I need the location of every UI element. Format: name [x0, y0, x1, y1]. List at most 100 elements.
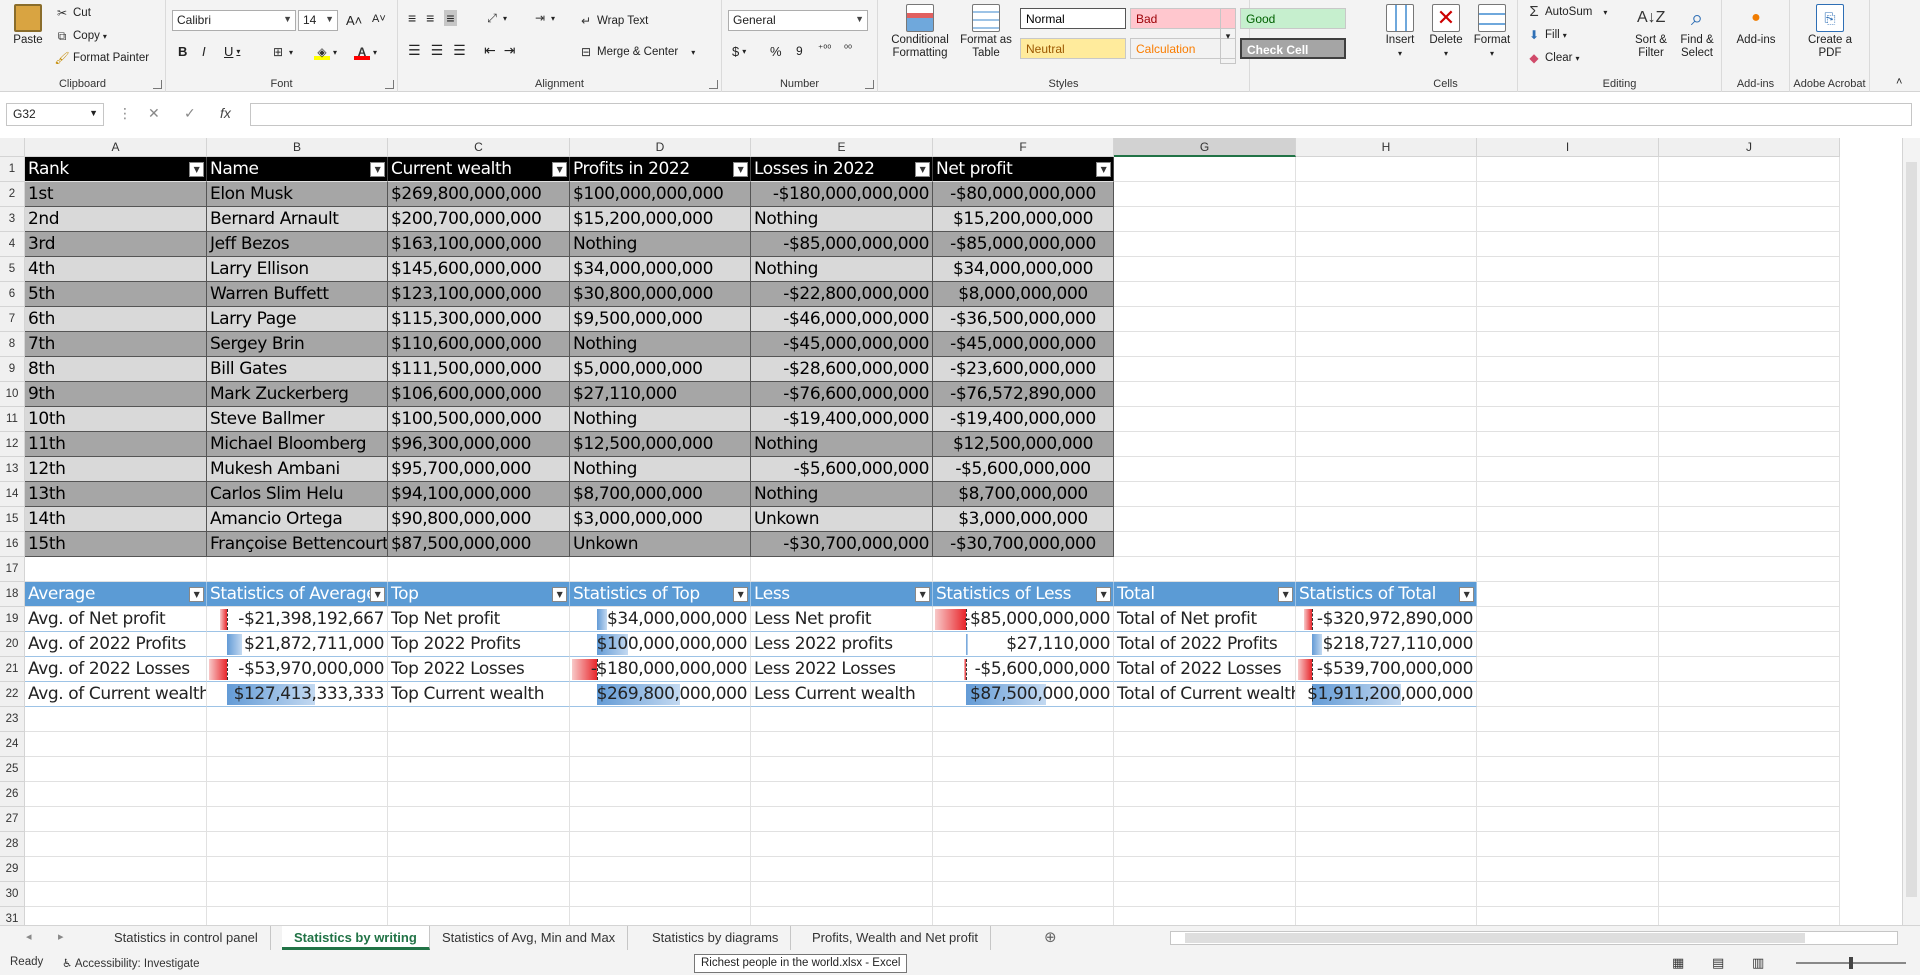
- statistic-value-cell[interactable]: $1,911,200,000,000: [1296, 682, 1477, 707]
- table1-cell[interactable]: $8,700,000,000: [933, 482, 1114, 507]
- grid-cell[interactable]: [751, 832, 933, 857]
- align-top-icon[interactable]: ≡: [408, 10, 416, 26]
- filter-dropdown-icon[interactable]: ▼: [370, 587, 385, 602]
- grid-cell[interactable]: [207, 757, 388, 782]
- table1-header[interactable]: Name ▼: [207, 157, 388, 182]
- grid-cell[interactable]: [1296, 732, 1477, 757]
- grid-cell[interactable]: [388, 857, 570, 882]
- grid-cell[interactable]: [1659, 307, 1840, 332]
- table1-cell[interactable]: Steve Ballmer: [207, 407, 388, 432]
- add-sheet-icon[interactable]: ⊕: [1044, 928, 1057, 946]
- merge-center-button[interactable]: ⊟ Merge & Center ▾: [578, 44, 695, 60]
- align-bottom-icon[interactable]: ≡: [444, 10, 457, 26]
- filter-dropdown-icon[interactable]: ▼: [370, 162, 385, 177]
- table1-cell[interactable]: Carlos Slim Helu: [207, 482, 388, 507]
- table1-cell[interactable]: Nothing: [570, 407, 751, 432]
- row-header-1[interactable]: 1: [0, 157, 25, 182]
- dialog-launcher-icon[interactable]: [865, 80, 874, 89]
- table1-cell[interactable]: $30,800,000,000: [570, 282, 751, 307]
- grid-cell[interactable]: [1296, 357, 1477, 382]
- grid-cell[interactable]: [207, 882, 388, 907]
- bold-button[interactable]: B: [178, 44, 187, 59]
- row-header-23[interactable]: 23: [0, 707, 25, 732]
- table1-cell[interactable]: Nothing: [570, 457, 751, 482]
- grid-cell[interactable]: [751, 782, 933, 807]
- grid-cell[interactable]: [570, 832, 751, 857]
- grid-cell[interactable]: [1296, 757, 1477, 782]
- grid-cell[interactable]: [1114, 532, 1296, 557]
- grid-cell[interactable]: [1659, 782, 1840, 807]
- filter-dropdown-icon[interactable]: ▼: [733, 162, 748, 177]
- insert-button[interactable]: Insert ▾: [1380, 4, 1420, 60]
- table1-cell[interactable]: 1st: [25, 182, 207, 207]
- grid-cell[interactable]: [1659, 907, 1840, 925]
- grid-cell[interactable]: [1659, 682, 1840, 707]
- grid-cell[interactable]: [1659, 557, 1840, 582]
- grid-cell[interactable]: [1114, 557, 1296, 582]
- grid-cell[interactable]: [1477, 332, 1659, 357]
- grid-cell[interactable]: [1296, 232, 1477, 257]
- statistic-value-cell[interactable]: -$539,700,000,000: [1296, 657, 1477, 682]
- format-as-table-button[interactable]: Format as Table: [958, 4, 1014, 60]
- table2-header[interactable]: Statistics of Top ▼: [570, 582, 751, 607]
- grid-cell[interactable]: [388, 707, 570, 732]
- grid-cell[interactable]: [1296, 507, 1477, 532]
- grid-cell[interactable]: [388, 882, 570, 907]
- table1-cell[interactable]: 14th: [25, 507, 207, 532]
- sheet-tab[interactable]: Statistics by diagrams: [640, 926, 792, 950]
- table2-header[interactable]: Less ▼: [751, 582, 933, 607]
- row-header-10[interactable]: 10: [0, 382, 25, 407]
- grid-cell[interactable]: [570, 782, 751, 807]
- table1-cell[interactable]: $87,500,000,000: [388, 532, 570, 557]
- grid-cell[interactable]: [1477, 607, 1659, 632]
- table1-cell[interactable]: $3,000,000,000: [570, 507, 751, 532]
- statistic-label-cell[interactable]: Avg. of 2022 Losses: [25, 657, 207, 682]
- grid-cell[interactable]: [570, 757, 751, 782]
- statistic-label-cell[interactable]: Total of Net profit: [1114, 607, 1296, 632]
- grid-cell[interactable]: [1114, 157, 1296, 182]
- table1-cell[interactable]: Nothing: [570, 232, 751, 257]
- grid-cell[interactable]: [1477, 207, 1659, 232]
- horizontal-align-buttons[interactable]: ☰ ☰ ☰: [408, 42, 466, 59]
- next-sheet-icon[interactable]: ▸: [58, 930, 64, 943]
- statistic-value-cell[interactable]: -$5,600,000,000: [933, 657, 1114, 682]
- statistic-value-cell[interactable]: -$21,398,192,667: [207, 607, 388, 632]
- grid-cell[interactable]: [1477, 757, 1659, 782]
- table1-cell[interactable]: $200,700,000,000: [388, 207, 570, 232]
- vertical-align-buttons[interactable]: ≡ ≡ ≡: [408, 10, 457, 26]
- conditional-formatting-button[interactable]: Conditional Formatting: [886, 4, 954, 60]
- table1-cell[interactable]: Nothing: [751, 207, 933, 232]
- grid-cell[interactable]: [388, 832, 570, 857]
- vertical-scrollbar[interactable]: [1902, 138, 1920, 925]
- table1-cell[interactable]: $12,500,000,000: [933, 432, 1114, 457]
- row-header-6[interactable]: 6: [0, 282, 25, 307]
- grid-cell[interactable]: [1114, 832, 1296, 857]
- currency-button[interactable]: $ ▾: [732, 44, 746, 59]
- grid-cell[interactable]: [1659, 357, 1840, 382]
- table1-cell[interactable]: $115,300,000,000: [388, 307, 570, 332]
- underline-button[interactable]: U ▾: [224, 44, 240, 59]
- table1-cell[interactable]: -$30,700,000,000: [933, 532, 1114, 557]
- grid-cell[interactable]: [207, 832, 388, 857]
- table1-cell[interactable]: 5th: [25, 282, 207, 307]
- grid-cell[interactable]: [1296, 557, 1477, 582]
- row-header-22[interactable]: 22: [0, 682, 25, 707]
- table1-cell[interactable]: $27,110,000: [570, 382, 751, 407]
- format-button[interactable]: Format ▾: [1470, 4, 1514, 60]
- row-header-11[interactable]: 11: [0, 407, 25, 432]
- table1-cell[interactable]: $106,600,000,000: [388, 382, 570, 407]
- filter-dropdown-icon[interactable]: ▼: [1096, 162, 1111, 177]
- row-header-27[interactable]: 27: [0, 807, 25, 832]
- grid-cell[interactable]: [933, 707, 1114, 732]
- grid-cell[interactable]: [933, 557, 1114, 582]
- table1-cell[interactable]: -$30,700,000,000: [751, 532, 933, 557]
- normal-view-icon[interactable]: ▦: [1672, 955, 1684, 971]
- paste-button[interactable]: Paste: [8, 4, 48, 47]
- grid-cell[interactable]: [388, 732, 570, 757]
- grid-cell[interactable]: [1477, 257, 1659, 282]
- table1-cell[interactable]: Elon Musk: [207, 182, 388, 207]
- grid-cell[interactable]: [1659, 807, 1840, 832]
- grid-cell[interactable]: [25, 732, 207, 757]
- grid-cell[interactable]: [1477, 307, 1659, 332]
- page-layout-icon[interactable]: ▤: [1712, 955, 1724, 971]
